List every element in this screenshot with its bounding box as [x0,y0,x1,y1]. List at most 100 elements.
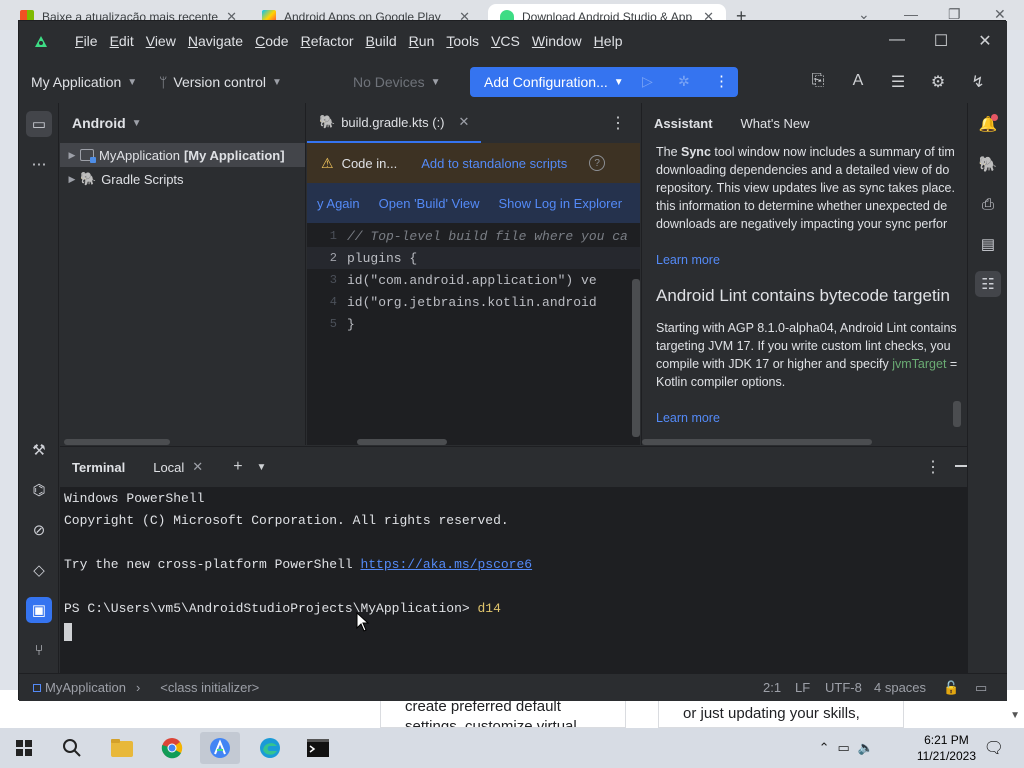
try-again-link[interactable]: y Again [317,196,360,211]
settings-icon[interactable]: ⚙ [927,72,949,92]
project-dropdown[interactable]: My Application ▼ [31,74,137,90]
right-tool-strip: 🔔 🐘 ⎙ ▤ ☷ [967,103,1007,673]
build-hammer-icon[interactable]: ⚒ [26,437,52,463]
line-separator[interactable]: LF [795,680,810,695]
menu-edit[interactable]: Edit [104,33,140,49]
android-sync-icon[interactable]: ↯ [967,72,989,92]
tab-whats-new[interactable]: What's New [741,116,810,131]
search-button[interactable] [52,732,92,764]
menu-view[interactable]: View [140,33,182,49]
notifications-icon[interactable]: 🔔 [975,111,1001,137]
breadcrumb-context[interactable]: <class initializer> [160,680,259,695]
horizontal-scrollbar[interactable] [64,439,170,445]
file-encoding[interactable]: UTF-8 [825,680,862,695]
run-icon[interactable]: ▷ [642,73,653,90]
close-icon[interactable]: ✕ [975,31,995,51]
terminal-output[interactable]: Windows PowerShell Copyright (C) Microso… [60,487,967,645]
assistant-list-icon[interactable]: ☷ [975,271,1001,297]
menu-run[interactable]: Run [403,33,441,49]
vertical-scrollbar[interactable] [953,401,961,427]
menu-code[interactable]: Code [249,33,294,49]
code-area[interactable]: 1 // Top-level build file where you ca 2… [307,223,640,335]
memory-indicator-icon[interactable]: ▭ [975,680,987,696]
expand-icon[interactable]: ▶ [64,174,80,185]
device-dropdown[interactable]: No Devices ▼ [353,74,441,90]
git-branch-icon[interactable]: ⑂ [26,637,52,663]
learn-more-link[interactable]: Learn more [656,409,967,427]
android-studio-button[interactable] [200,732,240,764]
menu-tools[interactable]: Tools [440,33,485,49]
editor-tab-build-gradle[interactable]: 🐘 build.gradle.kts (:) ✕ [307,103,482,143]
menu-vcs[interactable]: VCS [485,33,526,49]
more-options-icon[interactable]: ⋮ [925,457,941,477]
start-button[interactable] [4,732,44,764]
show-hidden-icons-icon[interactable]: ⌃ [819,740,830,756]
open-build-view-link[interactable]: Open 'Build' View [379,196,480,211]
menu-window[interactable]: Window [526,33,588,49]
chrome-button[interactable] [152,732,192,764]
action-center-icon[interactable]: 🗨 [984,738,1004,758]
indent-setting[interactable]: 4 spaces [874,680,926,695]
menu-help[interactable]: Help [588,33,629,49]
horizontal-scrollbar[interactable] [357,439,447,445]
chevron-down-icon[interactable]: ▼ [257,462,267,473]
code-line: 3 id("com.android.application") ve [307,269,640,291]
lock-icon[interactable]: 🔓 [943,680,959,696]
maximize-icon[interactable]: ☐ [931,31,951,51]
logcat-icon[interactable]: ⌬ [26,477,52,503]
terminal-app-button[interactable] [298,732,338,764]
menu-refactor[interactable]: Refactor [295,33,360,49]
device-file-explorer-icon[interactable]: ⎙ [975,191,1001,217]
more-actions-icon[interactable]: ⋮ [714,72,729,90]
menu-file[interactable]: File [69,33,104,49]
app-quality-icon[interactable]: ◇ [26,557,52,583]
project-folder-icon[interactable]: ▭ [26,111,52,137]
caret-position[interactable]: 2:1 [763,680,781,695]
editor-tab-bar: 🐘 build.gradle.kts (:) ✕ ⋮ [307,103,640,143]
breadcrumb-module[interactable]: MyApplication [45,680,126,695]
minimize-icon[interactable] [955,465,967,467]
terminal-tab-local[interactable]: Local ✕ [153,459,203,475]
tab-assistant[interactable]: Assistant [654,116,713,131]
vertical-scrollbar[interactable] [632,279,640,437]
tree-item-myapplication[interactable]: ▶ MyApplication [My Application] [60,143,305,167]
scroll-down-icon[interactable]: ▼ [1010,710,1020,721]
learn-more-link[interactable]: Learn more [656,251,967,269]
text: The [656,145,682,159]
network-icon[interactable]: ▭ [838,740,850,756]
more-tabs-icon[interactable]: ⋮ [610,113,626,133]
minimize-icon[interactable]: — [887,31,907,49]
device-manager-icon[interactable]: ⎘ [807,72,829,92]
sync-list-icon[interactable]: ☰ [887,72,909,92]
translate-icon[interactable]: A [847,72,869,92]
expand-icon[interactable]: ▶ [64,150,80,161]
horizontal-scrollbar[interactable] [642,439,872,445]
debug-icon[interactable]: ✲ [678,73,690,90]
add-configuration-button[interactable]: Add Configuration... ▼ [470,74,624,90]
pscore6-link[interactable]: https://aka.ms/pscore6 [360,557,532,572]
code-line-current: 2 plugins { [307,247,640,269]
terminal-icon[interactable]: ▣ [26,597,52,623]
assistant-content: The Sync tool window now includes a summ… [642,143,967,427]
problems-icon[interactable]: ⊘ [26,517,52,543]
tree-item-bold-label: [My Application] [183,147,285,163]
taskbar-clock[interactable]: 6:21 PM 11/21/2023 [917,732,976,764]
add-to-standalone-link[interactable]: Add to standalone scripts [421,156,567,171]
more-tools-icon[interactable]: ⋯ [26,151,52,177]
file-explorer-button[interactable] [102,732,142,764]
volume-icon[interactable]: 🔈 [858,740,874,756]
show-log-link[interactable]: Show Log in Explorer [499,196,623,211]
new-terminal-icon[interactable]: + [233,458,242,476]
gradle-elephant-icon[interactable]: 🐘 [975,151,1001,177]
version-control-dropdown[interactable]: ᛘ Version control ▼ [159,74,282,90]
project-view-dropdown[interactable]: Android ▼ [60,103,305,143]
help-icon[interactable]: ? [589,155,606,171]
menu-navigate[interactable]: Navigate [182,33,249,49]
tree-item-gradle-scripts[interactable]: ▶ 🐘 Gradle Scripts [60,167,305,191]
menu-build[interactable]: Build [360,33,403,49]
edge-button[interactable] [250,732,290,764]
close-icon[interactable]: ✕ [459,114,470,130]
close-icon[interactable]: ✕ [192,459,203,475]
running-devices-icon[interactable]: ▤ [975,231,1001,257]
